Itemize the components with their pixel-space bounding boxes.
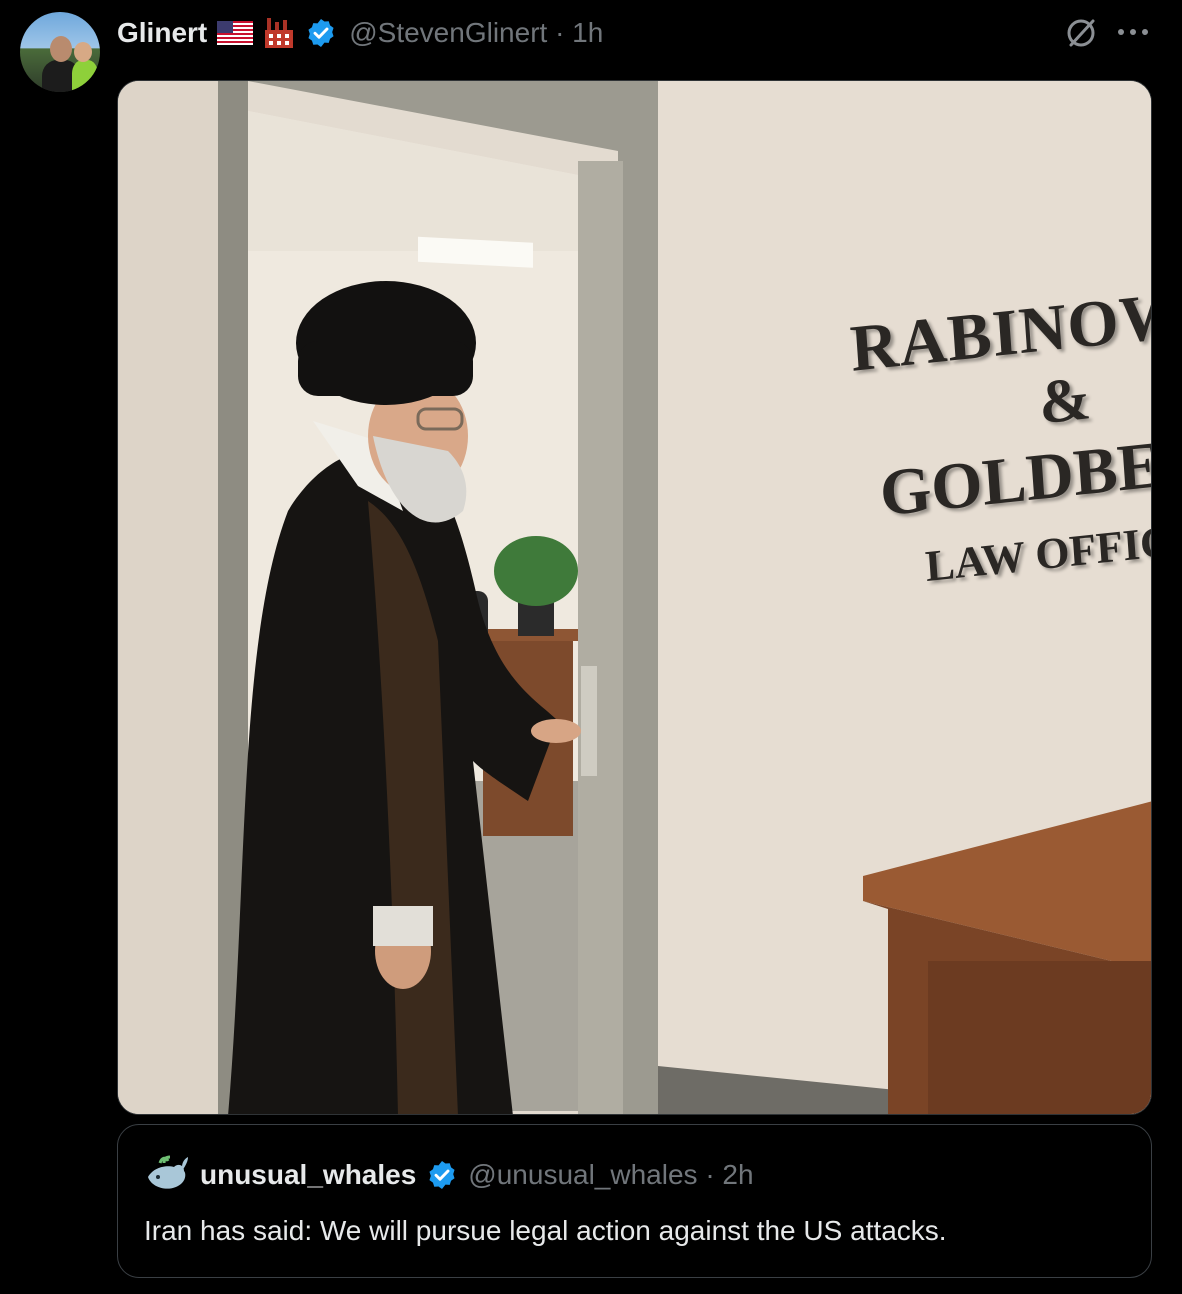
post-image[interactable]: RABINOWITZ & GOLDBERG LAW OFFICES xyxy=(117,80,1152,1115)
author-name[interactable]: Glinert xyxy=(117,17,207,49)
quoted-post[interactable]: unusual_whales @unusual_whales · 2h Iran… xyxy=(117,1124,1152,1278)
us-flag-icon xyxy=(217,21,254,45)
verified-badge-icon[interactable] xyxy=(426,1159,458,1191)
quoted-post-text: Iran has said: We will pursue legal acti… xyxy=(144,1215,947,1246)
author-avatar[interactable] xyxy=(20,12,100,92)
law-office-sign: RABINOWITZ & GOLDBERG LAW OFFICES xyxy=(848,266,1151,610)
more-icon[interactable] xyxy=(1115,22,1151,42)
whale-icon xyxy=(144,1155,190,1195)
factory-icon xyxy=(261,16,297,50)
quoted-post-header: unusual_whales @unusual_whales · 2h xyxy=(144,1155,1125,1195)
author-handle-time[interactable]: @StevenGlinert · 1h xyxy=(349,17,603,49)
quoted-author-name[interactable]: unusual_whales xyxy=(200,1159,416,1191)
grok-icon[interactable] xyxy=(1062,14,1100,52)
verified-badge-icon[interactable] xyxy=(305,17,337,49)
quoted-author-handle-time[interactable]: @unusual_whales · 2h xyxy=(468,1159,753,1191)
post-header: Glinert @StevenGlinert · 1h xyxy=(117,14,603,52)
